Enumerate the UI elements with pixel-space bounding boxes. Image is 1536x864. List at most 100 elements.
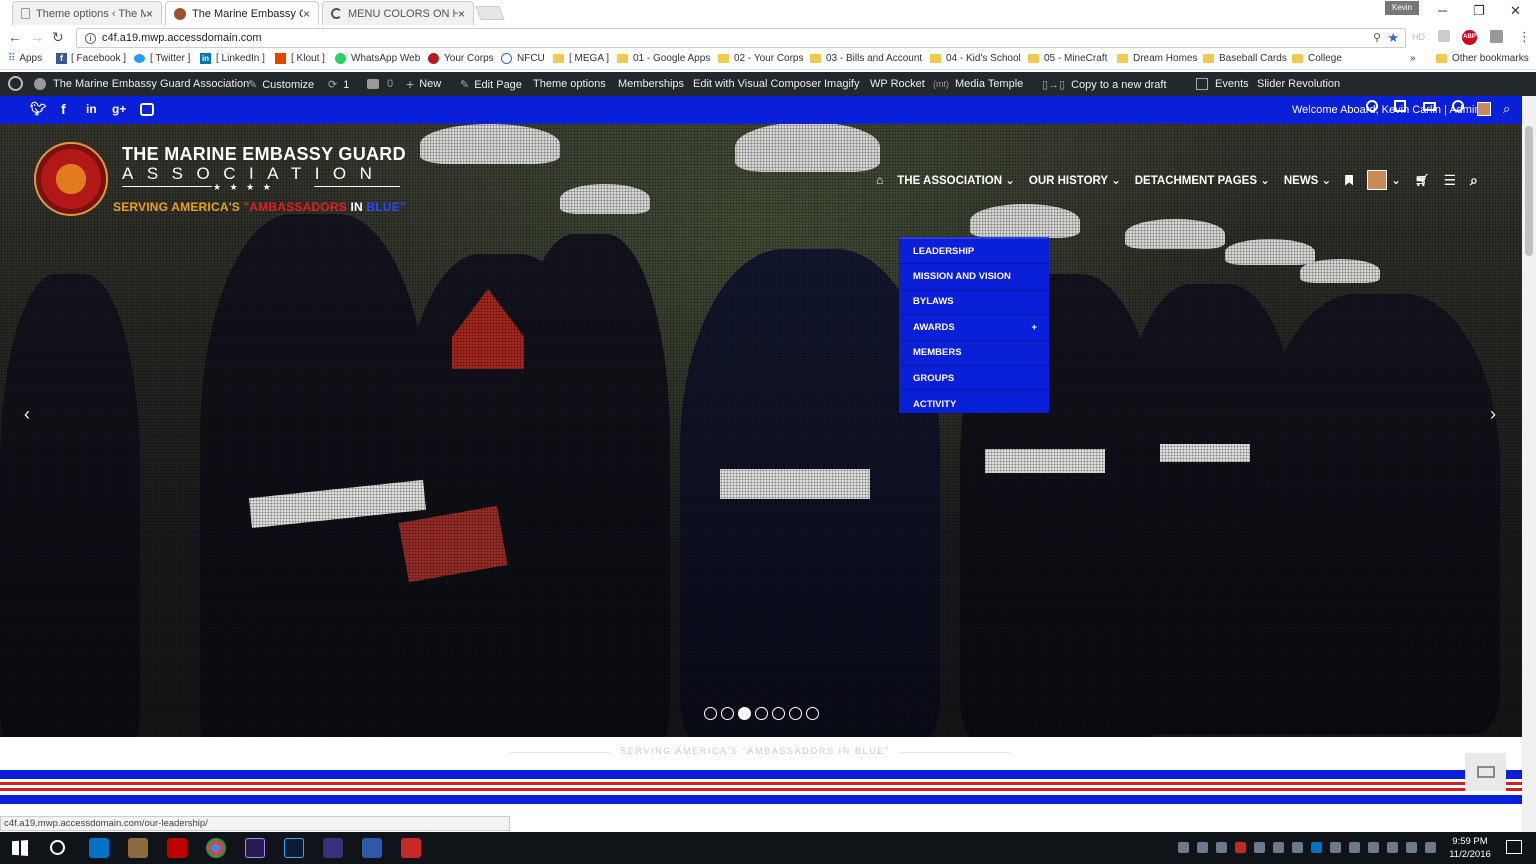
wordpress-logo-icon[interactable] [8,76,23,91]
profile-icon[interactable] [1366,100,1378,112]
adblock-icon[interactable]: ABP [1462,30,1477,45]
tray-icon[interactable] [1273,842,1284,853]
bookmark-klout[interactable]: [ Klout ] [275,53,325,64]
wp-edit-page[interactable]: ✎ Edit Page [460,78,522,92]
action-center-icon[interactable] [1506,840,1522,854]
windows-start-icon[interactable] [12,840,28,856]
contact-mail-button[interactable] [1465,753,1506,791]
nav-news[interactable]: NEWS ⌄ [1284,173,1331,187]
network-icon[interactable] [1406,842,1417,853]
chrome-menu-icon[interactable]: ⋮ [1518,29,1531,45]
menu-item-members[interactable]: MEMBERS [899,341,1049,366]
bookmark-folder[interactable]: 05 - MineCraft [1028,53,1107,64]
tray-icon[interactable] [1235,842,1246,853]
chrome-icon[interactable] [206,838,226,858]
avatar[interactable] [1477,102,1491,116]
key-icon[interactable]: ⚲ [1373,31,1381,44]
wp-media-temple[interactable]: (mt) Media Temple [933,78,1023,90]
slider-bullet[interactable] [772,707,785,720]
mail-icon[interactable] [1423,102,1436,111]
minimize-button[interactable]: ─ [1438,3,1447,18]
url-field[interactable]: i c4f.a19.mwp.accessdomain.com ⚲ ★ [76,28,1406,48]
close-window-button[interactable]: ✕ [1510,3,1521,19]
slider-bullet[interactable] [738,707,751,720]
linkedin-icon[interactable]: in [86,102,97,116]
twitter-icon[interactable]: 🐦︎ [30,101,47,117]
minecraft-icon[interactable] [128,838,148,858]
slider-next-arrow[interactable]: › [1490,404,1496,425]
slider-bullet[interactable] [755,707,768,720]
facebook-icon[interactable]: f [61,101,66,117]
forward-icon[interactable]: → [30,29,44,45]
close-tab-icon[interactable]: × [303,7,310,21]
page-scrollbar[interactable] [1522,96,1536,832]
calendar-icon[interactable] [1394,100,1406,112]
tray-icon[interactable] [1216,842,1227,853]
outlook-icon[interactable] [89,838,109,858]
bookmark-icon[interactable] [1345,174,1354,186]
slider-prev-arrow[interactable]: ‹ [24,404,30,425]
wp-theme-options[interactable]: Theme options [533,78,606,90]
wp-imagify[interactable]: Imagify [824,78,859,90]
menu-item-leadership[interactable]: LEADERSHIP [899,239,1049,265]
bookmark-nfcu[interactable]: NFCU [501,53,545,64]
bookmark-facebook[interactable]: f[ Facebook ] [56,53,126,64]
bookmark-whatsapp[interactable]: WhatsApp Web [335,53,420,64]
reload-icon[interactable]: ↻ [52,29,64,46]
tab-marine-embassy[interactable]: The Marine Embassy Gu × [165,1,319,25]
menu-icon[interactable]: ☰ [1443,172,1456,189]
wp-events[interactable]: Events [1196,78,1249,90]
profile-badge[interactable]: Kevin [1385,1,1419,15]
tab-menu-colors[interactable]: MENU COLORS ON HOV × [322,1,474,25]
menu-item-activity[interactable]: ACTIVITY [899,391,1049,416]
slider-bullet[interactable] [806,707,819,720]
extension-icon[interactable] [1490,30,1503,43]
search-icon[interactable]: ⌕ [1503,101,1510,117]
nav-the-association[interactable]: THE ASSOCIATION ⌄ [897,173,1015,187]
bookmarks-overflow[interactable]: » [1410,53,1416,64]
tray-icon[interactable] [1311,842,1322,853]
bookmark-folder[interactable]: [ MEGA ] [553,53,609,64]
close-tab-icon[interactable]: × [458,7,465,21]
bookmark-folder[interactable]: 03 - Bills and Account [810,53,922,64]
wp-slider-revolution[interactable]: Slider Revolution [1257,78,1340,90]
bookmark-folder[interactable]: Baseball Cards [1203,53,1287,64]
wp-comments[interactable]: 0 [367,78,393,90]
wp-rocket[interactable]: WP Rocket [870,78,925,90]
battery-icon[interactable] [1387,842,1398,853]
volume-icon[interactable] [1425,842,1436,853]
menu-item-awards[interactable]: AWARDS + [899,315,1049,341]
site-brand-title[interactable]: THE MARINE EMBASSY GUARD [122,144,406,165]
bookmark-folder[interactable]: 04 - Kid's School [930,53,1021,64]
menu-item-bylaws[interactable]: BYLAWS [899,290,1049,316]
wp-new[interactable]: + New [406,77,441,91]
wp-visual-composer[interactable]: Edit with Visual Composer [693,78,821,90]
home-icon[interactable]: ⌂ [876,173,883,187]
tray-icon[interactable] [1349,842,1360,853]
wp-updates[interactable]: ⟳ 1 [328,78,349,92]
tab-theme-options[interactable]: Theme options ‹ The Ma × [12,1,162,25]
other-bookmarks[interactable]: Other bookmarks [1436,53,1529,64]
bookmark-folder[interactable]: College [1292,53,1342,64]
tray-icon[interactable] [1292,842,1303,853]
tray-icon[interactable] [1197,842,1208,853]
bookmark-your-corps[interactable]: Your Corps [428,53,494,64]
user-avatar-menu[interactable]: ⌄ [1367,170,1401,190]
search-icon[interactable]: ⌕ [1470,172,1478,189]
tray-icon[interactable] [1254,842,1265,853]
slider-bullet[interactable] [721,707,734,720]
bookmark-star-icon[interactable]: ★ [1387,30,1399,46]
wp-customize[interactable]: ✎ Customize [248,78,314,92]
scrollbar-thumb[interactable] [1525,126,1533,256]
google-plus-icon[interactable]: g+ [112,102,126,116]
bookmark-twitter[interactable]: [ Twitter ] [134,53,190,64]
new-tab-button[interactable] [475,6,505,20]
close-tab-icon[interactable]: × [146,7,153,21]
tray-icon[interactable] [1368,842,1379,853]
menu-item-mission-vision[interactable]: MISSION AND VISION [899,264,1049,290]
extension-icon[interactable] [1438,30,1450,42]
bookmark-folder[interactable]: 01 - Google Apps [617,53,710,64]
youtube-icon[interactable] [140,103,154,116]
filezilla-icon[interactable] [167,838,187,858]
hd-extension-icon[interactable]: HD [1412,32,1425,42]
